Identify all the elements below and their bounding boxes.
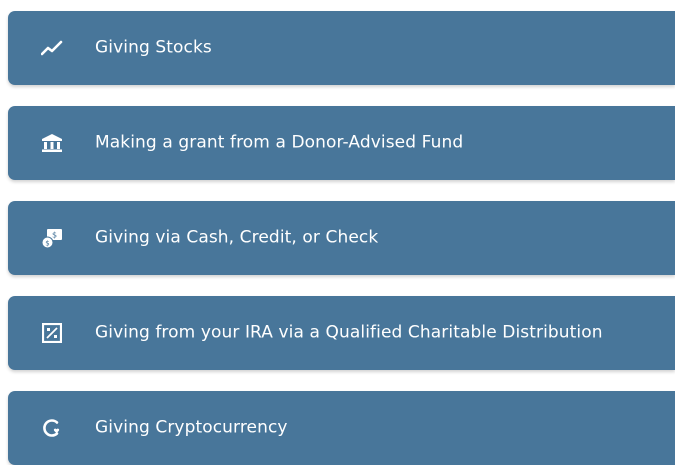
bank-icon xyxy=(41,132,63,154)
giving-option-cash-credit-check[interactable]: $ $ Giving via Cash, Credit, or Check xyxy=(8,201,675,275)
svg-text:$: $ xyxy=(45,240,49,248)
percent-square-icon xyxy=(41,322,63,344)
chart-line-icon xyxy=(41,37,63,59)
giving-options-list: Giving Stocks Making a grant from a Dono… xyxy=(0,0,675,465)
giving-option-donor-advised-fund[interactable]: Making a grant from a Donor-Advised Fund xyxy=(8,106,675,180)
giving-option-label: Giving Cryptocurrency xyxy=(95,417,288,438)
money-icon: $ $ xyxy=(41,227,63,249)
giving-option-label: Giving from your IRA via a Qualified Cha… xyxy=(95,322,603,343)
svg-text:$: $ xyxy=(52,231,57,240)
giving-option-stocks[interactable]: Giving Stocks xyxy=(8,11,675,85)
giving-option-label: Giving Stocks xyxy=(95,37,212,58)
crypto-icon xyxy=(41,417,63,439)
giving-option-cryptocurrency[interactable]: Giving Cryptocurrency xyxy=(8,391,675,465)
giving-option-label: Making a grant from a Donor-Advised Fund xyxy=(95,132,464,153)
giving-option-ira-qcd[interactable]: Giving from your IRA via a Qualified Cha… xyxy=(8,296,675,370)
giving-option-label: Giving via Cash, Credit, or Check xyxy=(95,227,379,248)
